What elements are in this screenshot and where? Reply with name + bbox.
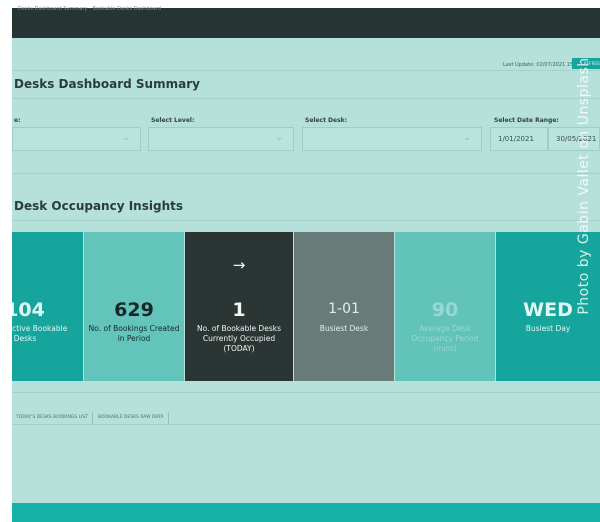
arrow-right-icon: → xyxy=(232,256,246,274)
chevron-down-icon: ⌄ xyxy=(275,133,283,143)
header-divider xyxy=(12,70,600,71)
filters-divider xyxy=(12,173,600,174)
top-bar-title: Desks Dashboard Summary - Bookable Desks… xyxy=(18,6,161,12)
kpi-label: Busiest Desk xyxy=(319,324,369,333)
kpi-card-bookings: 629 No. of Bookings Created in Period xyxy=(84,232,184,381)
filter-label-desk: Select Desk: xyxy=(305,117,348,124)
tab-raw-data[interactable]: BOOKABLE DESKS RAW DATA xyxy=(94,412,169,424)
kpi-card-occupied-desks[interactable]: → 1 No. of Bookable Desks Currently Occu… xyxy=(185,232,293,381)
desk-select[interactable]: ⌄ xyxy=(302,127,482,151)
bottom-bar xyxy=(12,503,600,522)
summary-title-divider xyxy=(12,98,600,99)
kpi-label: Busiest Day xyxy=(525,324,571,333)
chevron-down-icon: ⌄ xyxy=(463,133,471,143)
filter-select-first[interactable]: ⌄ xyxy=(12,127,141,151)
cards-divider xyxy=(12,392,600,393)
kpi-label: No. of Active Bookable Desks xyxy=(12,324,68,343)
level-select[interactable]: ⌄ xyxy=(148,127,294,151)
filter-label-first: e: xyxy=(14,117,21,124)
summary-title: Desks Dashboard Summary xyxy=(14,77,200,91)
kpi-value: 1-01 xyxy=(328,301,360,317)
kpi-card-avg-occupancy: 90 Average Desk Occupancy Period (mins) xyxy=(395,232,495,381)
kpi-label: Average Desk Occupancy Period (mins) xyxy=(411,324,479,353)
kpi-value: 1 xyxy=(232,299,246,321)
kpi-label: No. of Bookable Desks Currently Occupied… xyxy=(197,324,281,353)
photo-credit-watermark: Photo by Gabin Vallet on Unsplash xyxy=(576,57,592,315)
top-bar: Desks Dashboard Summary - Bookable Desks… xyxy=(12,6,600,38)
kpi-card-active-desks: 104 No. of Active Bookable Desks xyxy=(12,232,83,381)
date-end-input[interactable]: 30/05/2021 xyxy=(548,127,600,151)
date-start-input[interactable]: 1/01/2021 xyxy=(490,127,548,151)
kpi-value: 104 xyxy=(12,299,45,321)
tab-todays-bookings[interactable]: TODAY'S DESKS BOOKINGS LIST xyxy=(12,412,94,424)
filter-label-date: Select Date Range: xyxy=(494,117,559,124)
kpi-value: 90 xyxy=(431,299,459,321)
kpi-label: No. of Bookings Created in Period xyxy=(88,324,180,343)
tabs-divider xyxy=(12,424,600,425)
kpi-value: 629 xyxy=(114,299,154,321)
kpi-card-busiest-desk: 1-01 Busiest Desk xyxy=(294,232,394,381)
filter-label-level: Select Level: xyxy=(151,117,195,124)
chevron-down-icon: ⌄ xyxy=(122,133,130,143)
insights-title-divider xyxy=(12,220,600,221)
insights-title: Desk Occupancy Insights xyxy=(14,199,183,213)
